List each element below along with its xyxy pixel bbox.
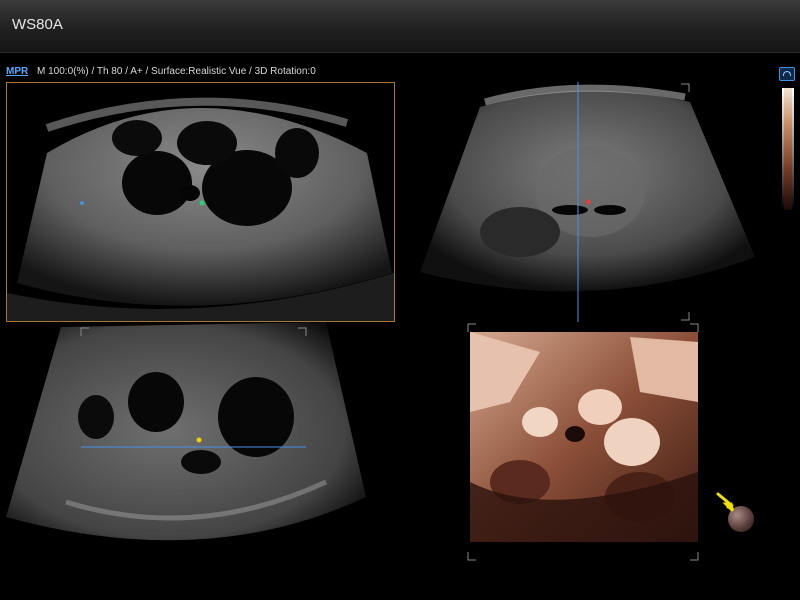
top-bar: WS80A <box>0 0 800 53</box>
mpr-plane-b[interactable] <box>400 82 794 322</box>
mpr-plane-a[interactable] <box>6 82 395 322</box>
crosshair-center-marker[interactable] <box>199 200 205 206</box>
arrow-icon <box>716 492 735 512</box>
status-line: MPR M 100:0(%) / Th 80 / A+ / Surface:Re… <box>6 66 316 77</box>
view-icon[interactable] <box>779 67 795 81</box>
mpr-link[interactable]: MPR <box>6 66 28 77</box>
mpr-plane-c[interactable] <box>6 322 393 562</box>
acquisition-parameters: M 100:0(%) / Th 80 / A+ / Surface:Realis… <box>37 66 316 77</box>
app-title: WS80A <box>12 16 63 33</box>
